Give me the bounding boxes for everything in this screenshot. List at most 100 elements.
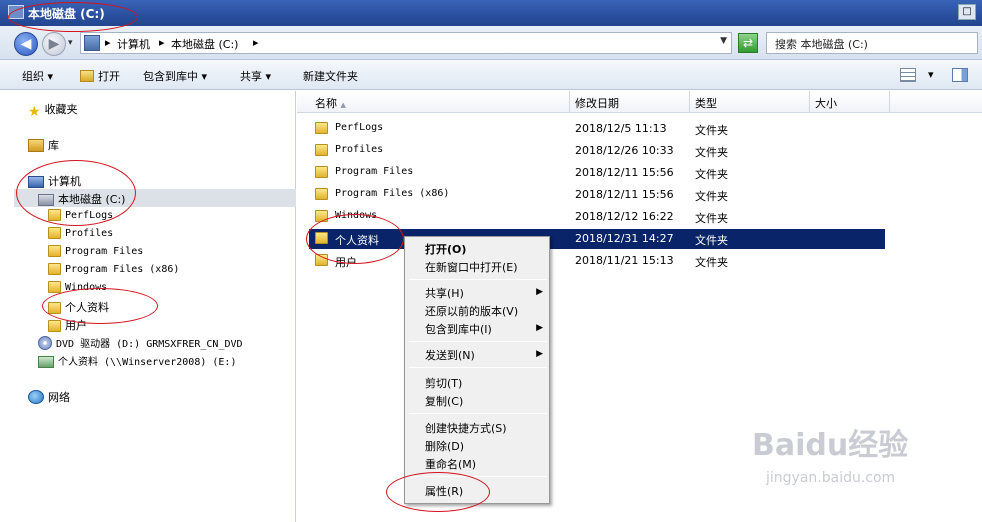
folder-icon bbox=[48, 302, 61, 314]
search-input[interactable]: 搜索 本地磁盘 (C:) bbox=[766, 32, 978, 54]
address-history-dropdown[interactable]: ▼ bbox=[720, 36, 727, 46]
menu-restore-previous-versions[interactable]: 还原以前的版本(V) bbox=[425, 303, 518, 319]
menu-create-shortcut[interactable]: 创建快捷方式(S) bbox=[425, 420, 507, 436]
column-divider[interactable] bbox=[809, 91, 810, 113]
folder-icon bbox=[315, 210, 328, 223]
address-bar-row: ◀ ▶ ▾ ▸ 计算机 ▸ 本地磁盘 (C:) ▸ ▼ ⇄ 搜索 本地磁盘 (C… bbox=[0, 26, 982, 60]
nav-network-drive[interactable]: 个人资料 (\\Winserver2008) (E:) bbox=[38, 353, 236, 368]
file-row[interactable]: Program Files 2018/12/11 15:56 文件夹 bbox=[309, 163, 885, 183]
restore-button[interactable]: □ bbox=[958, 4, 976, 20]
column-type[interactable]: 类型 bbox=[695, 95, 717, 111]
window-title: 本地磁盘 (C:) bbox=[28, 7, 105, 21]
menu-cut[interactable]: 剪切(T) bbox=[425, 375, 462, 391]
nav-folder-program-files-x86[interactable]: Program Files (x86) bbox=[48, 263, 179, 275]
computer-icon bbox=[84, 35, 100, 51]
menu-send-to[interactable]: 发送到(N) bbox=[425, 347, 475, 363]
folder-icon bbox=[315, 254, 328, 267]
column-header-row: 名称 ▲ 修改日期 类型 大小 bbox=[297, 91, 982, 113]
file-date: 2018/12/11 15:56 bbox=[575, 166, 674, 179]
folder-icon bbox=[48, 245, 61, 257]
folder-open-icon bbox=[80, 70, 94, 82]
include-in-library-button[interactable]: 包含到库中 ▾ bbox=[143, 68, 207, 84]
forward-button[interactable]: ▶ bbox=[42, 32, 66, 56]
file-name: PerfLogs bbox=[335, 122, 384, 133]
menu-delete[interactable]: 删除(D) bbox=[425, 438, 464, 454]
nav-libraries[interactable]: 库 bbox=[28, 137, 59, 153]
column-divider[interactable] bbox=[889, 91, 890, 113]
menu-separator bbox=[409, 413, 547, 414]
refresh-button[interactable]: ⇄ bbox=[738, 33, 758, 53]
view-dropdown[interactable]: ▾ bbox=[928, 68, 934, 81]
file-name: Profiles bbox=[335, 144, 384, 155]
command-bar: 组织 ▾ 打开 包含到库中 ▾ 共享 ▾ 新建文件夹 ▾ bbox=[0, 60, 982, 90]
open-button[interactable]: 打开 bbox=[80, 68, 120, 84]
file-type: 文件夹 bbox=[695, 212, 728, 225]
drive-icon bbox=[8, 5, 24, 19]
menu-separator bbox=[409, 367, 547, 368]
file-type: 文件夹 bbox=[695, 168, 728, 181]
menu-open[interactable]: 打开(O) bbox=[425, 241, 466, 257]
nav-folder-personal[interactable]: 个人资料 bbox=[48, 299, 109, 315]
column-modified[interactable]: 修改日期 bbox=[575, 95, 619, 111]
nav-folder-profiles[interactable]: Profiles bbox=[48, 227, 113, 239]
menu-copy[interactable]: 复制(C) bbox=[425, 393, 463, 409]
column-divider[interactable] bbox=[569, 91, 570, 113]
navigation-pane: ★ 收藏夹 库 计算机 本地磁盘 (C:) PerfLogs Profiles P… bbox=[0, 91, 296, 522]
menu-properties[interactable]: 属性(R) bbox=[425, 483, 463, 499]
folder-icon bbox=[48, 320, 61, 332]
nav-folder-users[interactable]: 用户 bbox=[48, 317, 87, 333]
address-bar[interactable]: ▸ 计算机 ▸ 本地磁盘 (C:) ▸ ▼ bbox=[80, 32, 732, 54]
file-name: Program Files bbox=[335, 166, 414, 177]
column-divider[interactable] bbox=[689, 91, 690, 113]
breadcrumb-separator[interactable]: ▸ bbox=[105, 36, 111, 49]
folder-icon bbox=[315, 188, 328, 201]
organize-button[interactable]: 组织 ▾ bbox=[22, 68, 53, 84]
breadcrumb-local-disk[interactable]: 本地磁盘 (C:) bbox=[171, 36, 238, 52]
menu-include-in-library[interactable]: 包含到库中(I) bbox=[425, 321, 492, 337]
back-button[interactable]: ◀ bbox=[14, 32, 38, 56]
breadcrumb-computer[interactable]: 计算机 bbox=[117, 36, 150, 52]
menu-rename[interactable]: 重命名(M) bbox=[425, 456, 476, 472]
column-size[interactable]: 大小 bbox=[815, 95, 837, 111]
share-button[interactable]: 共享 ▾ bbox=[240, 68, 271, 84]
file-row-selected[interactable]: 个人资料 2018/12/31 14:27 文件夹 bbox=[309, 229, 885, 249]
column-name[interactable]: 名称 ▲ bbox=[315, 95, 346, 111]
file-row[interactable]: Profiles 2018/12/26 10:33 文件夹 bbox=[309, 141, 885, 161]
nav-computer[interactable]: 计算机 bbox=[28, 173, 81, 189]
folder-icon bbox=[48, 263, 61, 275]
computer-icon bbox=[28, 176, 44, 188]
view-options-icon[interactable] bbox=[900, 68, 916, 82]
nav-folder-program-files[interactable]: Program Files bbox=[48, 245, 143, 257]
recent-pages-dropdown[interactable]: ▾ bbox=[68, 38, 73, 48]
nav-dvd-drive[interactable]: DVD 驱动器 (D:) GRMSXFRER_CN_DVD bbox=[38, 335, 243, 350]
new-folder-button[interactable]: 新建文件夹 bbox=[303, 68, 358, 84]
menu-separator bbox=[409, 279, 547, 280]
nav-local-disk[interactable]: 本地磁盘 (C:) bbox=[38, 191, 125, 207]
context-menu: 打开(O) 在新窗口中打开(E) 共享(H) ▶ 还原以前的版本(V) 包含到库… bbox=[404, 236, 550, 504]
file-row[interactable]: PerfLogs 2018/12/5 11:13 文件夹 bbox=[309, 119, 885, 139]
file-row[interactable]: 用户 2018/11/21 15:13 文件夹 bbox=[309, 251, 885, 271]
submenu-arrow-icon: ▶ bbox=[536, 323, 543, 333]
submenu-arrow-icon: ▶ bbox=[536, 287, 543, 297]
file-row[interactable]: Program Files (x86) 2018/12/11 15:56 文件夹 bbox=[309, 185, 885, 205]
submenu-arrow-icon: ▶ bbox=[536, 349, 543, 359]
network-globe-icon bbox=[28, 390, 44, 404]
title-bar: 本地磁盘 (C:) □ bbox=[0, 0, 982, 26]
nav-network[interactable]: 网络 bbox=[28, 389, 70, 405]
sort-ascending-icon: ▲ bbox=[340, 101, 346, 109]
preview-pane-icon[interactable] bbox=[952, 68, 968, 82]
menu-share[interactable]: 共享(H) bbox=[425, 285, 545, 301]
breadcrumb-separator[interactable]: ▸ bbox=[253, 36, 259, 49]
file-row[interactable]: Windows 2018/12/12 16:22 文件夹 bbox=[309, 207, 885, 227]
file-name: 用户 bbox=[335, 256, 357, 269]
folder-icon bbox=[48, 281, 61, 293]
folder-icon bbox=[315, 232, 328, 245]
nav-folder-perflogs[interactable]: PerfLogs bbox=[48, 209, 113, 221]
menu-open-new-window[interactable]: 在新窗口中打开(E) bbox=[425, 259, 518, 275]
nav-favorites[interactable]: ★ 收藏夹 bbox=[28, 101, 78, 120]
breadcrumb-separator[interactable]: ▸ bbox=[159, 36, 165, 49]
nav-folder-windows[interactable]: Windows bbox=[48, 281, 107, 293]
file-type: 文件夹 bbox=[695, 190, 728, 203]
hard-drive-icon bbox=[38, 194, 54, 206]
file-type: 文件夹 bbox=[695, 146, 728, 159]
